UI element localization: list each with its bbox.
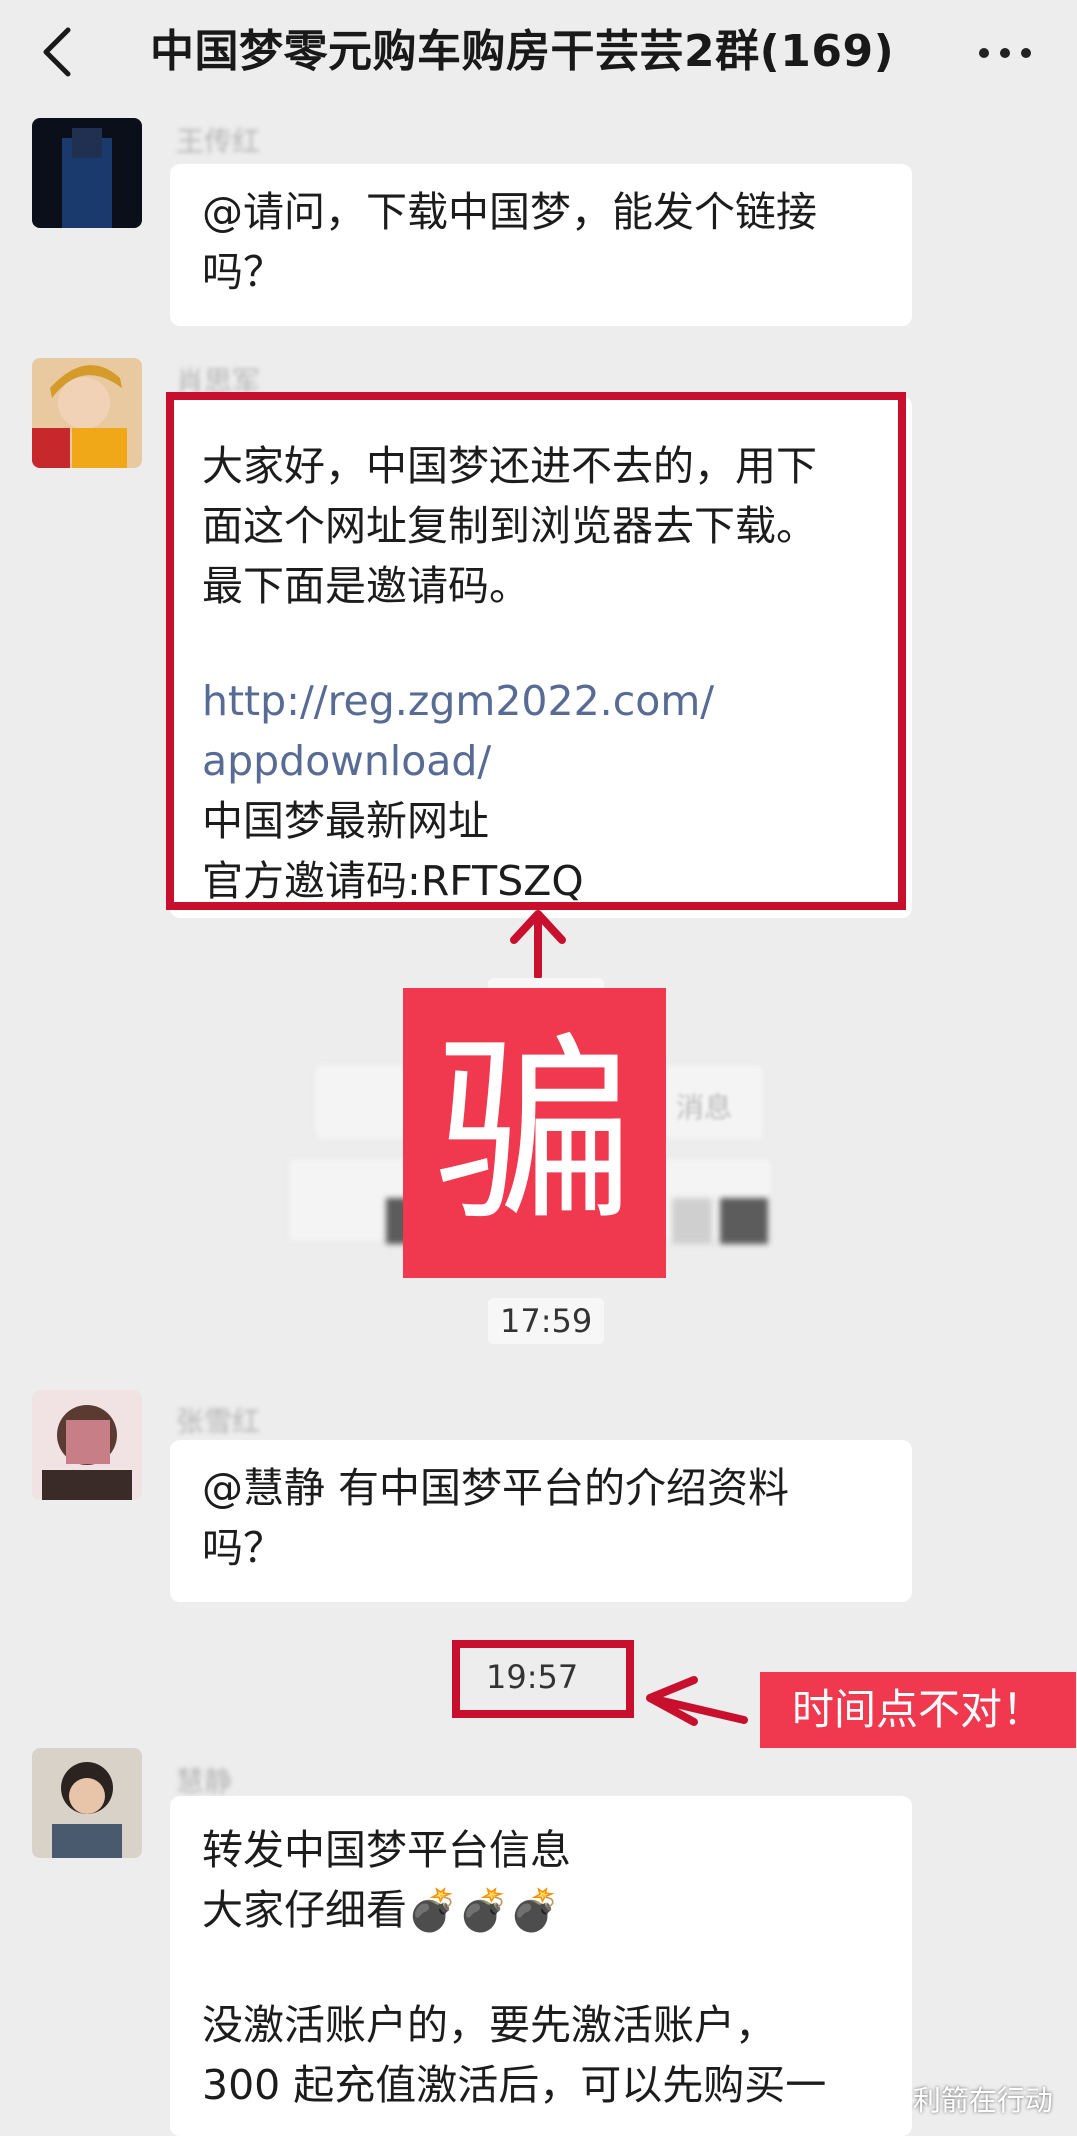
message-bubble[interactable]: @请问，下载中国梦，能发个链接 吗？ (170, 164, 912, 326)
watermark: 利箭在行动 (870, 2078, 1077, 2124)
avatar[interactable] (32, 1748, 142, 1858)
blurred-block (720, 1198, 768, 1244)
chevron-left-icon[interactable] (30, 22, 90, 82)
chat-header: 中国梦零元购车购房干芸芸2群(169) (0, 0, 1077, 110)
sender-name: 张雪红 (176, 1405, 261, 1438)
timestamp: 17:59 (488, 1298, 605, 1344)
highlight-box (452, 1640, 634, 1718)
message-line: 大家仔细看💣💣💣 (202, 1886, 561, 1934)
blurred-block (672, 1198, 712, 1244)
more-icon[interactable] (975, 40, 1035, 66)
message-line: 没激活账户的，要先激活账户， (202, 2001, 776, 2049)
arrow-left-icon (646, 1676, 748, 1726)
system-notice: 消息 (676, 1091, 733, 1124)
message-bubble[interactable]: @慧静 有中国梦平台的介绍资料 吗？ (170, 1440, 912, 1602)
message-line: 吗？ (202, 1524, 284, 1572)
message-bubble[interactable]: 转发中国梦平台信息 大家仔细看💣💣💣 没激活账户的，要先激活账户， 300 起充… (170, 1796, 912, 2136)
avatar[interactable] (32, 358, 142, 468)
highlight-box (166, 392, 906, 910)
arrow-up-icon (510, 910, 566, 980)
time-note: 时间点不对！ (760, 1672, 1076, 1748)
blurred-block (316, 1066, 406, 1138)
message-line: 吗？ (202, 248, 284, 296)
scam-label: 骗 (403, 988, 666, 1278)
chat-title: 中国梦零元购车购房干芸芸2群(169) (150, 26, 895, 77)
avatar[interactable] (32, 118, 142, 228)
avatar[interactable] (32, 1390, 142, 1500)
message-line: 转发中国梦平台信息 (202, 1826, 571, 1874)
message-line: @慧静 有中国梦平台的介绍资料 (202, 1464, 790, 1512)
sender-name: 慧静 (176, 1765, 233, 1798)
message-line: 300 起充值激活后，可以先购买一 (202, 2061, 827, 2109)
sender-name: 王传红 (176, 125, 261, 158)
message-line: @请问，下载中国梦，能发个链接 (202, 188, 817, 236)
wechat-logo-icon (870, 2088, 904, 2117)
